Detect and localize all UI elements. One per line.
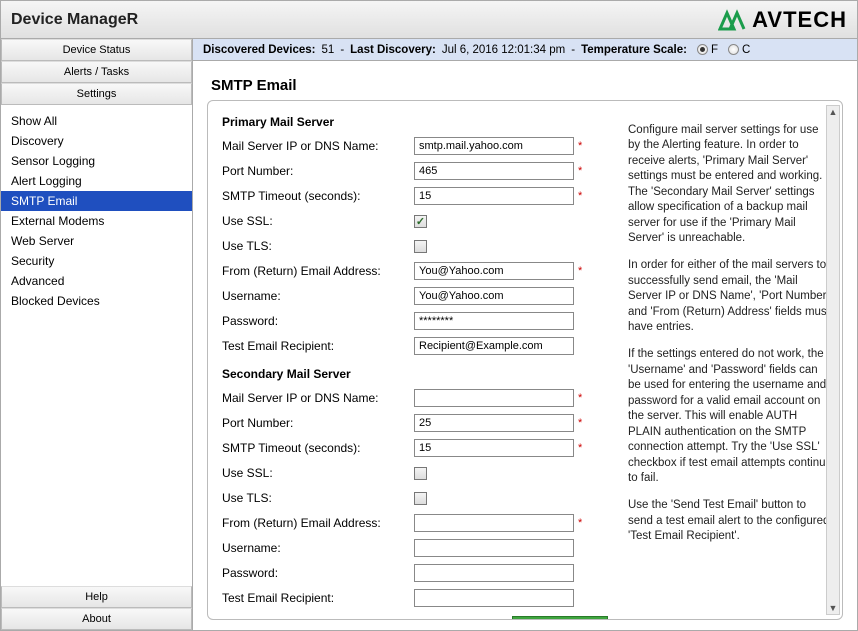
- primary-timeout-input[interactable]: [414, 187, 574, 205]
- tab-settings[interactable]: Settings: [1, 83, 192, 105]
- scrollbar[interactable]: ▲ ▼: [826, 105, 840, 615]
- nav-security[interactable]: Security: [1, 251, 192, 271]
- nav-alert-logging[interactable]: Alert Logging: [1, 171, 192, 191]
- primary-pass-input[interactable]: [414, 312, 574, 330]
- nav-advanced[interactable]: Advanced: [1, 271, 192, 291]
- help-p2: In order for either of the mail servers …: [628, 258, 832, 336]
- last-discovery-label: Last Discovery:: [350, 44, 436, 56]
- secondary-port-input[interactable]: [414, 414, 574, 432]
- primary-recipient-input[interactable]: [414, 337, 574, 355]
- nav-sensor-logging[interactable]: Sensor Logging: [1, 151, 192, 171]
- primary-port-input[interactable]: [414, 162, 574, 180]
- scroll-up-icon[interactable]: ▲: [829, 106, 838, 118]
- primary-section-title: Primary Mail Server: [222, 115, 608, 129]
- settings-panel: Primary Mail Server Mail Server IP or DN…: [207, 100, 843, 620]
- brand-logo: AVTECH: [718, 7, 847, 33]
- primary-from-input[interactable]: [414, 262, 574, 280]
- secondary-server-input[interactable]: [414, 389, 574, 407]
- page-title: SMTP Email: [193, 61, 857, 100]
- help-panel: Configure mail server settings for use b…: [622, 101, 842, 619]
- primary-ssl-checkbox[interactable]: ✓: [414, 215, 427, 228]
- secondary-from-input[interactable]: [414, 514, 574, 532]
- secondary-section-title: Secondary Mail Server: [222, 367, 608, 381]
- primary-server-input[interactable]: [414, 137, 574, 155]
- nav-external-modems[interactable]: External Modems: [1, 211, 192, 231]
- app-header: Device ManageR AVTECH: [1, 1, 857, 39]
- status-bar: Discovered Devices: 51 - Last Discovery:…: [193, 39, 857, 61]
- discovered-value: 51: [322, 44, 335, 56]
- save-settings-button[interactable]: Save Settings: [512, 616, 608, 619]
- secondary-ssl-checkbox[interactable]: [414, 467, 427, 480]
- secondary-recipient-input[interactable]: [414, 589, 574, 607]
- secondary-timeout-input[interactable]: [414, 439, 574, 457]
- nav-discovery[interactable]: Discovery: [1, 131, 192, 151]
- help-p1: Configure mail server settings for use b…: [628, 123, 832, 247]
- app-title: Device ManageR: [11, 11, 138, 29]
- brand-text: AVTECH: [752, 7, 847, 33]
- tab-alerts-tasks[interactable]: Alerts / Tasks: [1, 61, 192, 83]
- nav-smtp-email[interactable]: SMTP Email: [1, 191, 192, 211]
- temp-scale-label: Temperature Scale:: [581, 44, 687, 56]
- help-p3: If the settings entered do not work, the…: [628, 347, 832, 487]
- secondary-pass-input[interactable]: [414, 564, 574, 582]
- brand-icon: [718, 9, 746, 31]
- secondary-user-input[interactable]: [414, 539, 574, 557]
- temp-scale-c[interactable]: C: [728, 44, 750, 56]
- primary-user-input[interactable]: [414, 287, 574, 305]
- sidebar: Device Status Alerts / Tasks Settings Sh…: [1, 39, 193, 630]
- settings-nav: Show All Discovery Sensor Logging Alert …: [1, 105, 192, 317]
- help-p4: Use the 'Send Test Email' button to send…: [628, 498, 832, 545]
- last-discovery-value: Jul 6, 2016 12:01:34 pm: [442, 44, 565, 56]
- nav-blocked-devices[interactable]: Blocked Devices: [1, 291, 192, 311]
- nav-show-all[interactable]: Show All: [1, 111, 192, 131]
- discovered-label: Discovered Devices:: [203, 44, 316, 56]
- scroll-down-icon[interactable]: ▼: [829, 602, 838, 614]
- temp-scale-f[interactable]: F: [697, 44, 718, 56]
- nav-web-server[interactable]: Web Server: [1, 231, 192, 251]
- secondary-tls-checkbox[interactable]: [414, 492, 427, 505]
- tab-help[interactable]: Help: [1, 586, 192, 608]
- tab-about[interactable]: About: [1, 608, 192, 630]
- tab-device-status[interactable]: Device Status: [1, 39, 192, 61]
- primary-tls-checkbox[interactable]: [414, 240, 427, 253]
